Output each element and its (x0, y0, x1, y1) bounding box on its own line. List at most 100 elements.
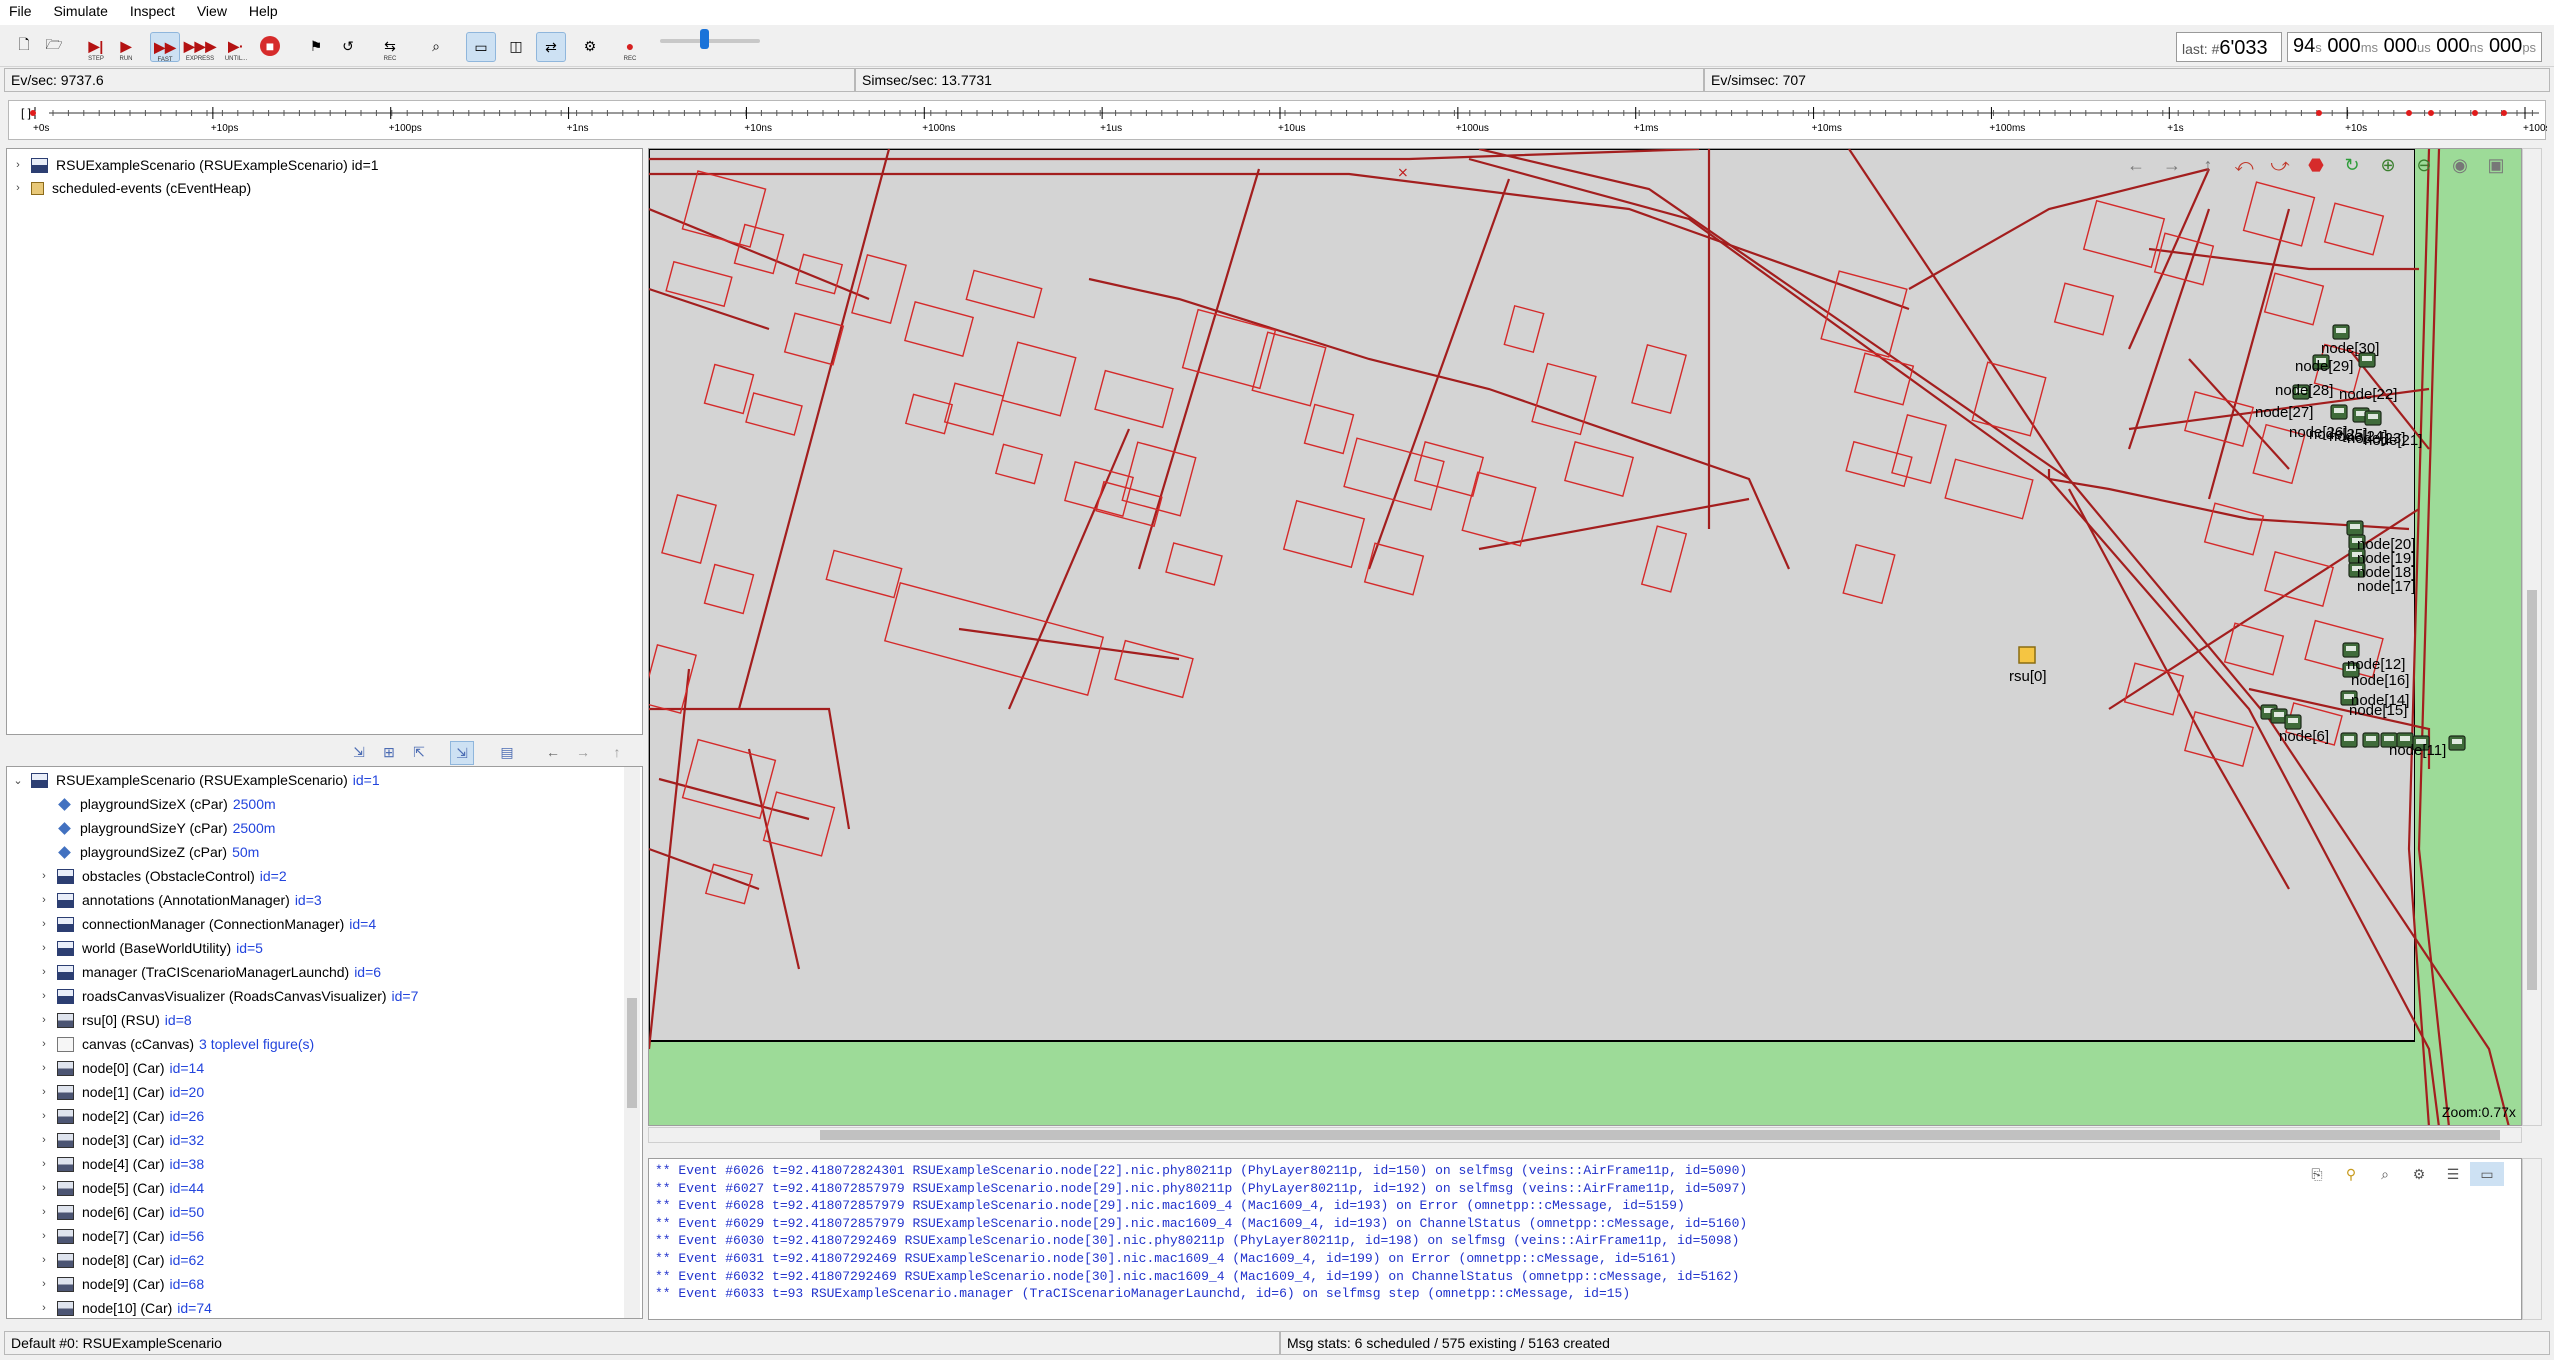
timeline-event-marker[interactable] (2316, 110, 2322, 116)
submodule-item[interactable]: › node[6] (Car) id=50 (37, 1200, 204, 1224)
chevron-right-icon[interactable]: › (37, 1182, 51, 1194)
log-line[interactable]: ** Event #6028 t=92.418072857979 RSUExam… (655, 1198, 1685, 1213)
submodule-item[interactable]: › annotations (AnnotationManager) id=3 (37, 888, 322, 912)
run-button[interactable]: ▶ RUN (112, 32, 140, 63)
zoom-in-icon[interactable]: ⊕ (2370, 152, 2406, 178)
chevron-right-icon[interactable]: › (37, 1254, 51, 1266)
chevron-right-icon[interactable]: › (37, 1278, 51, 1290)
submodule-item[interactable]: › node[7] (Car) id=56 (37, 1224, 204, 1248)
log-line[interactable]: ** Event #6033 t=93 RSUExampleScenario.m… (655, 1286, 1630, 1301)
submodule-item[interactable]: › node[0] (Car) id=14 (37, 1056, 204, 1080)
find-icon[interactable]: ⌕ (422, 32, 450, 60)
param-item[interactable]: playgroundSizeX (cPar) 2500m (37, 792, 276, 816)
inheritance-mode-icon[interactable]: ▤ (496, 741, 518, 763)
log-mode-icon[interactable]: ▭ (2470, 1162, 2504, 1186)
log-line[interactable]: ** Event #6030 t=92.41807292469 RSUExamp… (655, 1233, 1739, 1248)
timeline-event-marker[interactable] (2428, 110, 2434, 116)
refresh-icon[interactable]: ↻ (2334, 152, 2370, 178)
param-item[interactable]: playgroundSizeY (cPar) 2500m (37, 816, 275, 840)
chevron-right-icon[interactable]: › (11, 182, 25, 194)
submodule-item[interactable]: › connectionManager (ConnectionManager) id… (37, 912, 376, 936)
object-tree-item[interactable]: › RSUExampleScenario (RSUExampleScenario)… (11, 153, 378, 177)
timeline-event-marker[interactable] (2472, 110, 2478, 116)
chevron-right-icon[interactable]: › (37, 966, 51, 978)
until-button[interactable]: ▶· UNTIL... (222, 32, 250, 63)
rebuild-icon[interactable]: ↺ (334, 32, 362, 60)
parent-module-icon[interactable]: ↑ (2190, 152, 2226, 178)
chevron-right-icon[interactable]: › (37, 1086, 51, 1098)
chevron-right-icon[interactable]: › (11, 159, 25, 171)
menu-view[interactable]: View (188, 0, 236, 19)
object-tree-item[interactable]: › scheduled-events (cEventHeap) (11, 176, 251, 200)
submodule-item[interactable]: › node[8] (Car) id=62 (37, 1248, 204, 1272)
zoom-out-icon[interactable]: ⊖ (2406, 152, 2442, 178)
log-scrollbar[interactable] (2522, 1158, 2542, 1320)
open-icon[interactable]: 🗁 (40, 32, 68, 60)
menu-file[interactable]: File (0, 0, 41, 19)
find-icon[interactable]: ⌕ (2368, 1162, 2402, 1186)
timeline-toggle-icon[interactable]: ⇄ (536, 32, 566, 62)
new-run-icon[interactable]: 🗋 (10, 32, 38, 60)
forward-arrow-icon[interactable]: → (572, 741, 594, 763)
search-objects-icon[interactable]: ⇲ (348, 741, 370, 763)
log-line[interactable]: ** Event #6029 t=92.418072857979 RSUExam… (655, 1216, 1747, 1231)
fast-button[interactable]: ▶▶ FAST (150, 32, 180, 63)
submodule-item[interactable]: › node[3] (Car) id=32 (37, 1128, 204, 1152)
chevron-right-icon[interactable]: › (37, 1230, 51, 1242)
menu-simulate[interactable]: Simulate (44, 0, 116, 19)
layout-horizontal-icon[interactable]: ▭ (466, 32, 496, 62)
menu-help[interactable]: Help (240, 0, 287, 19)
chevron-right-icon[interactable]: › (37, 870, 51, 882)
inspector-scrollbar-thumb[interactable] (627, 998, 637, 1108)
chevron-right-icon[interactable]: › (37, 1014, 51, 1026)
submodule-item[interactable]: › node[10] (Car) id=74 (37, 1296, 212, 1318)
submodule-item[interactable]: › node[9] (Car) id=68 (37, 1272, 204, 1296)
chevron-right-icon[interactable]: › (37, 1062, 51, 1074)
submodule-item[interactable]: › canvas (cCanvas) 3 toplevel figure(s) (37, 1032, 314, 1056)
submodule-item[interactable]: › obstacles (ObstacleControl) id=2 (37, 864, 286, 888)
chevron-right-icon[interactable]: › (37, 990, 51, 1002)
grouped-mode-icon[interactable]: ⇱ (408, 741, 430, 763)
chevron-right-icon[interactable]: › (37, 1134, 51, 1146)
layout-relayout-icon[interactable]: ⤺ (2226, 152, 2262, 178)
rsu-icon[interactable] (2018, 646, 2036, 664)
stop-sign-icon[interactable]: ⬣ (2298, 152, 2334, 178)
finish-icon[interactable]: ⚑ (302, 32, 330, 60)
submodule-item[interactable]: › node[2] (Car) id=26 (37, 1104, 204, 1128)
canvas-horizontal-scrollbar-thumb[interactable] (820, 1130, 2500, 1140)
step-button[interactable]: ▶| STEP (82, 32, 110, 63)
chevron-right-icon[interactable]: › (37, 1206, 51, 1218)
canvas-options-icon[interactable]: ▣ (2478, 152, 2514, 178)
log-line[interactable]: ** Event #6027 t=92.418072857979 RSUExam… (655, 1181, 1747, 1196)
layout-vertical-icon[interactable]: ◫ (502, 32, 530, 60)
inspector-root[interactable]: ⌄ RSUExampleScenario (RSUExampleScenario)… (11, 768, 379, 792)
up-arrow-icon[interactable]: ↑ (606, 741, 628, 763)
log-line[interactable]: ** Event #6031 t=92.41807292469 RSUExamp… (655, 1251, 1677, 1266)
back-arrow-icon[interactable]: ← (542, 741, 564, 763)
log-settings-gear-icon[interactable]: ⚙ (2402, 1162, 2436, 1186)
stop-button[interactable]: ■ (260, 36, 280, 56)
submodule-item[interactable]: › node[1] (Car) id=20 (37, 1080, 204, 1104)
submodule-item[interactable]: › node[4] (Car) id=38 (37, 1152, 204, 1176)
timeline-event-marker[interactable] (2406, 110, 2412, 116)
canvas-vertical-scrollbar-thumb[interactable] (2527, 590, 2537, 990)
toggle-labels-icon[interactable]: ◉ (2442, 152, 2478, 178)
chevron-right-icon[interactable]: › (37, 1110, 51, 1122)
chevron-right-icon[interactable]: › (37, 1038, 51, 1050)
record-eventlog-icon[interactable]: ⇆ REC (376, 32, 404, 63)
submodule-item[interactable]: › node[5] (Car) id=44 (37, 1176, 204, 1200)
submodule-item[interactable]: › world (BaseWorldUtility) id=5 (37, 936, 263, 960)
log-line[interactable]: ** Event #6026 t=92.418072824301 RSUExam… (655, 1163, 1747, 1178)
event-log[interactable]: ** Event #6026 t=92.418072824301 RSUExam… (648, 1158, 2522, 1320)
timeline-event-marker[interactable] (30, 110, 36, 116)
forward-arrow-icon[interactable]: → (2154, 152, 2190, 178)
settings-gear-icon[interactable]: ⚙ (576, 32, 604, 60)
layout-redo-icon[interactable]: ⤻ (2262, 152, 2298, 178)
log-line[interactable]: ** Event #6032 t=92.41807292469 RSUExamp… (655, 1269, 1739, 1284)
children-mode-icon[interactable]: ⊞ (378, 741, 400, 763)
chevron-down-icon[interactable]: ⌄ (11, 774, 25, 787)
chevron-right-icon[interactable]: › (37, 942, 51, 954)
back-arrow-icon[interactable]: ← (2118, 152, 2154, 178)
submodule-item[interactable]: › manager (TraCIScenarioManagerLaunchd) id… (37, 960, 381, 984)
chevron-right-icon[interactable]: › (37, 918, 51, 930)
